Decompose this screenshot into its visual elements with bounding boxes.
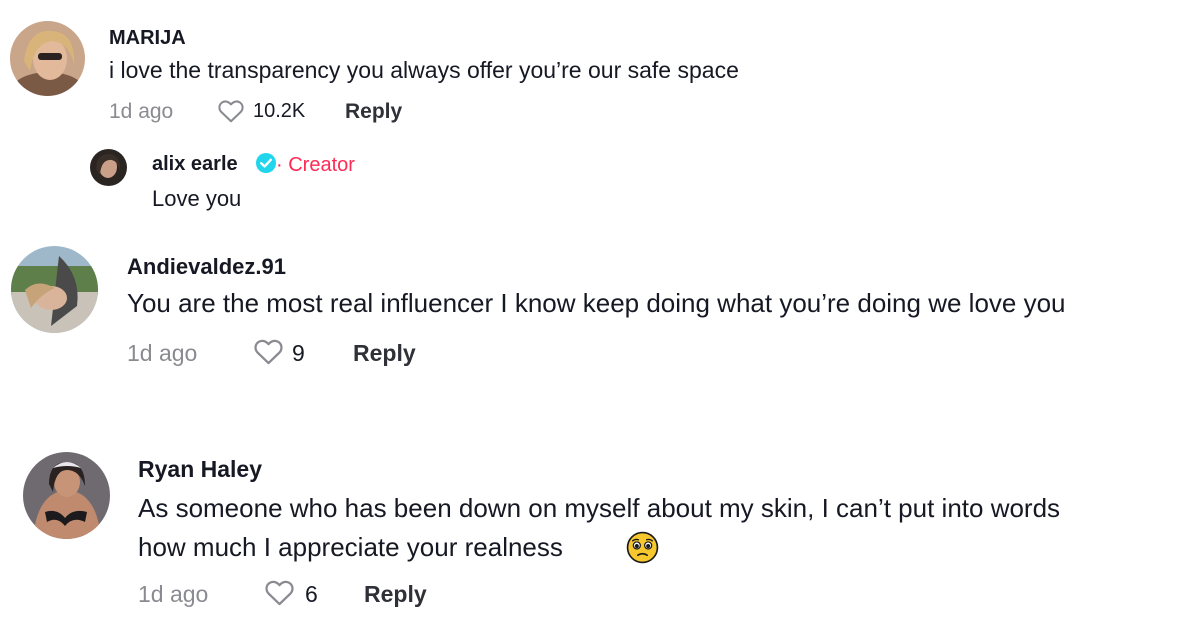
avatar[interactable] xyxy=(90,149,127,186)
comment-text-line-1: As someone who has been down on myself a… xyxy=(138,493,1061,523)
comment-username[interactable]: Ryan Haley xyxy=(138,456,262,483)
comment-username[interactable]: Andievaldez.91 xyxy=(127,254,286,280)
like-count: 10.2K xyxy=(253,100,306,122)
reply-button[interactable]: Reply xyxy=(353,340,416,367)
reply-button[interactable]: Reply xyxy=(364,581,427,608)
comment-timestamp: 1d ago xyxy=(127,340,198,366)
like-count: 9 xyxy=(292,340,305,366)
creator-reply-text: Love you xyxy=(152,186,242,211)
avatar[interactable] xyxy=(23,452,110,539)
comment-text: You are the most real influencer I know … xyxy=(127,288,1066,318)
pleading-face-emoji xyxy=(626,531,659,569)
creator-username[interactable]: alix earle xyxy=(152,153,238,176)
comment-username[interactable]: MARIJA xyxy=(109,27,186,50)
reply-button[interactable]: Reply xyxy=(345,100,402,124)
verified-badge-icon xyxy=(255,152,277,179)
creator-label: · Creator xyxy=(276,154,355,176)
comment-text-line-2: how much I appreciate your realness xyxy=(138,532,563,562)
comment-timestamp: 1d ago xyxy=(138,581,209,607)
heart-outline-icon[interactable] xyxy=(253,337,284,370)
avatar[interactable] xyxy=(10,21,85,96)
heart-outline-icon[interactable] xyxy=(217,98,245,128)
avatar[interactable] xyxy=(11,246,98,333)
heart-outline-icon[interactable] xyxy=(264,578,295,611)
like-count: 6 xyxy=(305,581,318,607)
comment-text: i love the transparency you always offer… xyxy=(109,57,739,83)
comment-timestamp: 1d ago xyxy=(109,100,174,123)
